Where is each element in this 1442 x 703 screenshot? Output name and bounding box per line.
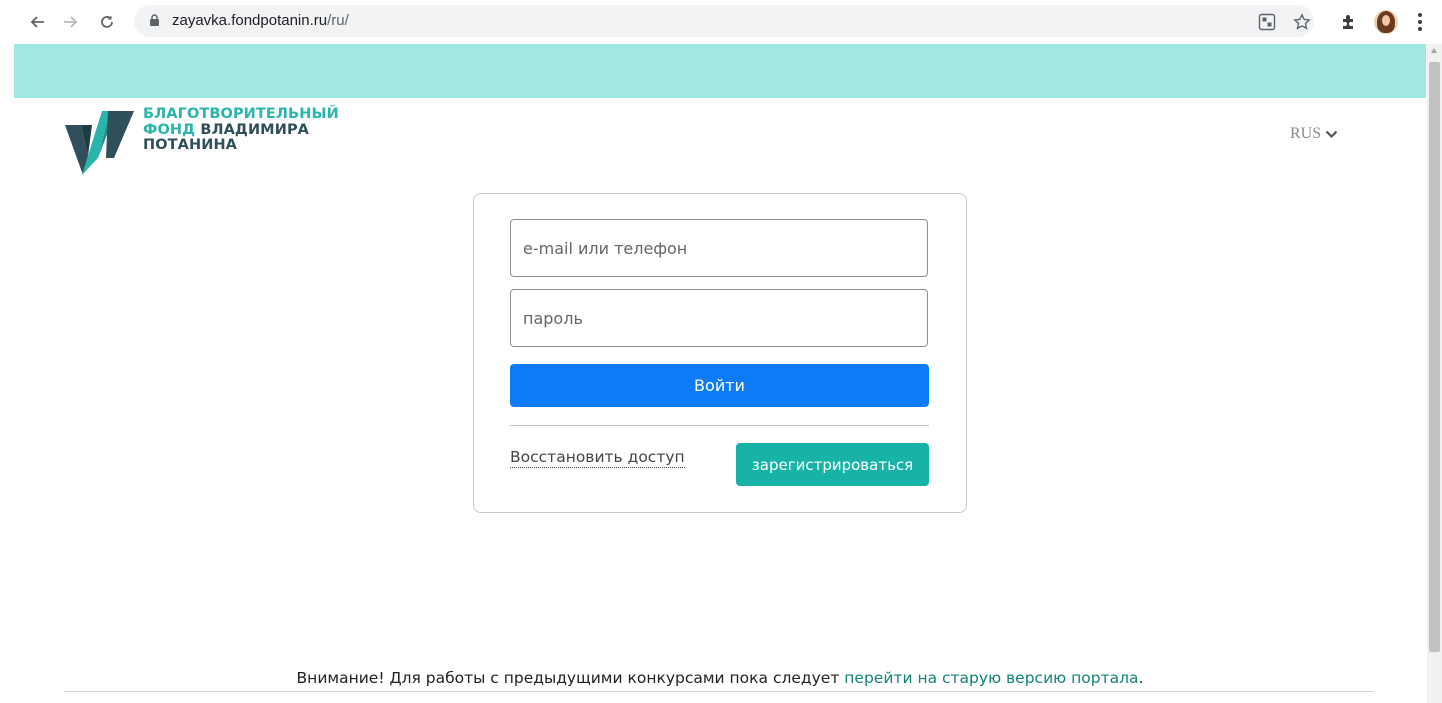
footer-divider [64,691,1374,692]
browser-toolbar: zayavka.fondpotanin.ru/ru/ [0,0,1442,44]
back-icon[interactable] [24,9,50,35]
url-text: zayavka.fondpotanin.ru/ru/ [172,12,349,29]
url-path: /ru/ [327,12,349,29]
notice-text: Внимание! Для работы с предыдущими конку… [0,669,1440,687]
logo-line-2b: ВЛАДИМИРА [200,121,309,138]
profile-avatar[interactable] [1374,10,1398,34]
scroll-up-icon[interactable] [1431,48,1437,53]
notice-text-main: Внимание! Для работы с предыдущими конку… [296,669,845,687]
forward-icon[interactable] [58,9,84,35]
logo-line-1: БЛАГОТВОРИТЕЛЬНЫЙ [143,106,339,122]
scroll-thumb[interactable] [1429,62,1440,652]
extensions-icon[interactable] [1336,9,1362,35]
divider [510,425,929,426]
password-input[interactable] [510,289,928,347]
reload-icon[interactable] [94,9,120,35]
language-label: RUS [1290,125,1322,142]
login-card: Войти Восстановить доступ зарегистрирова… [473,193,967,513]
register-button[interactable]: зарегистрироваться [736,443,929,486]
lock-icon [150,14,159,26]
star-icon[interactable] [1291,11,1313,33]
scrollbar[interactable] [1427,44,1442,703]
url-domain: zayavka.fondpotanin.ru [172,12,328,29]
logo-line-3: ПОТАНИНА [143,137,238,153]
old-portal-link[interactable]: перейти на старую версию портала [844,669,1138,687]
notice-end: . [1138,669,1144,687]
email-input[interactable] [510,219,928,277]
logo-text: БЛАГОТВОРИТЕЛЬНЫЙ ФОНД ВЛАДИМИРА ПОТАНИН… [143,106,339,154]
foundation-logo[interactable]: БЛАГОТВОРИТЕЛЬНЫЙ ФОНД ВЛАДИМИРА ПОТАНИН… [62,106,362,180]
restore-access-link[interactable]: Восстановить доступ [510,448,685,468]
logo-line-2a: ФОНД [143,121,196,138]
header-band [14,44,1426,98]
translate-icon[interactable] [1256,11,1278,33]
chevron-down-icon [1325,130,1338,138]
logo-mark-icon [65,111,134,175]
address-bar[interactable]: zayavka.fondpotanin.ru/ru/ [134,5,1314,37]
menu-icon[interactable] [1410,9,1430,35]
login-button[interactable]: Войти [510,364,929,407]
language-selector[interactable]: RUS [1290,125,1338,143]
